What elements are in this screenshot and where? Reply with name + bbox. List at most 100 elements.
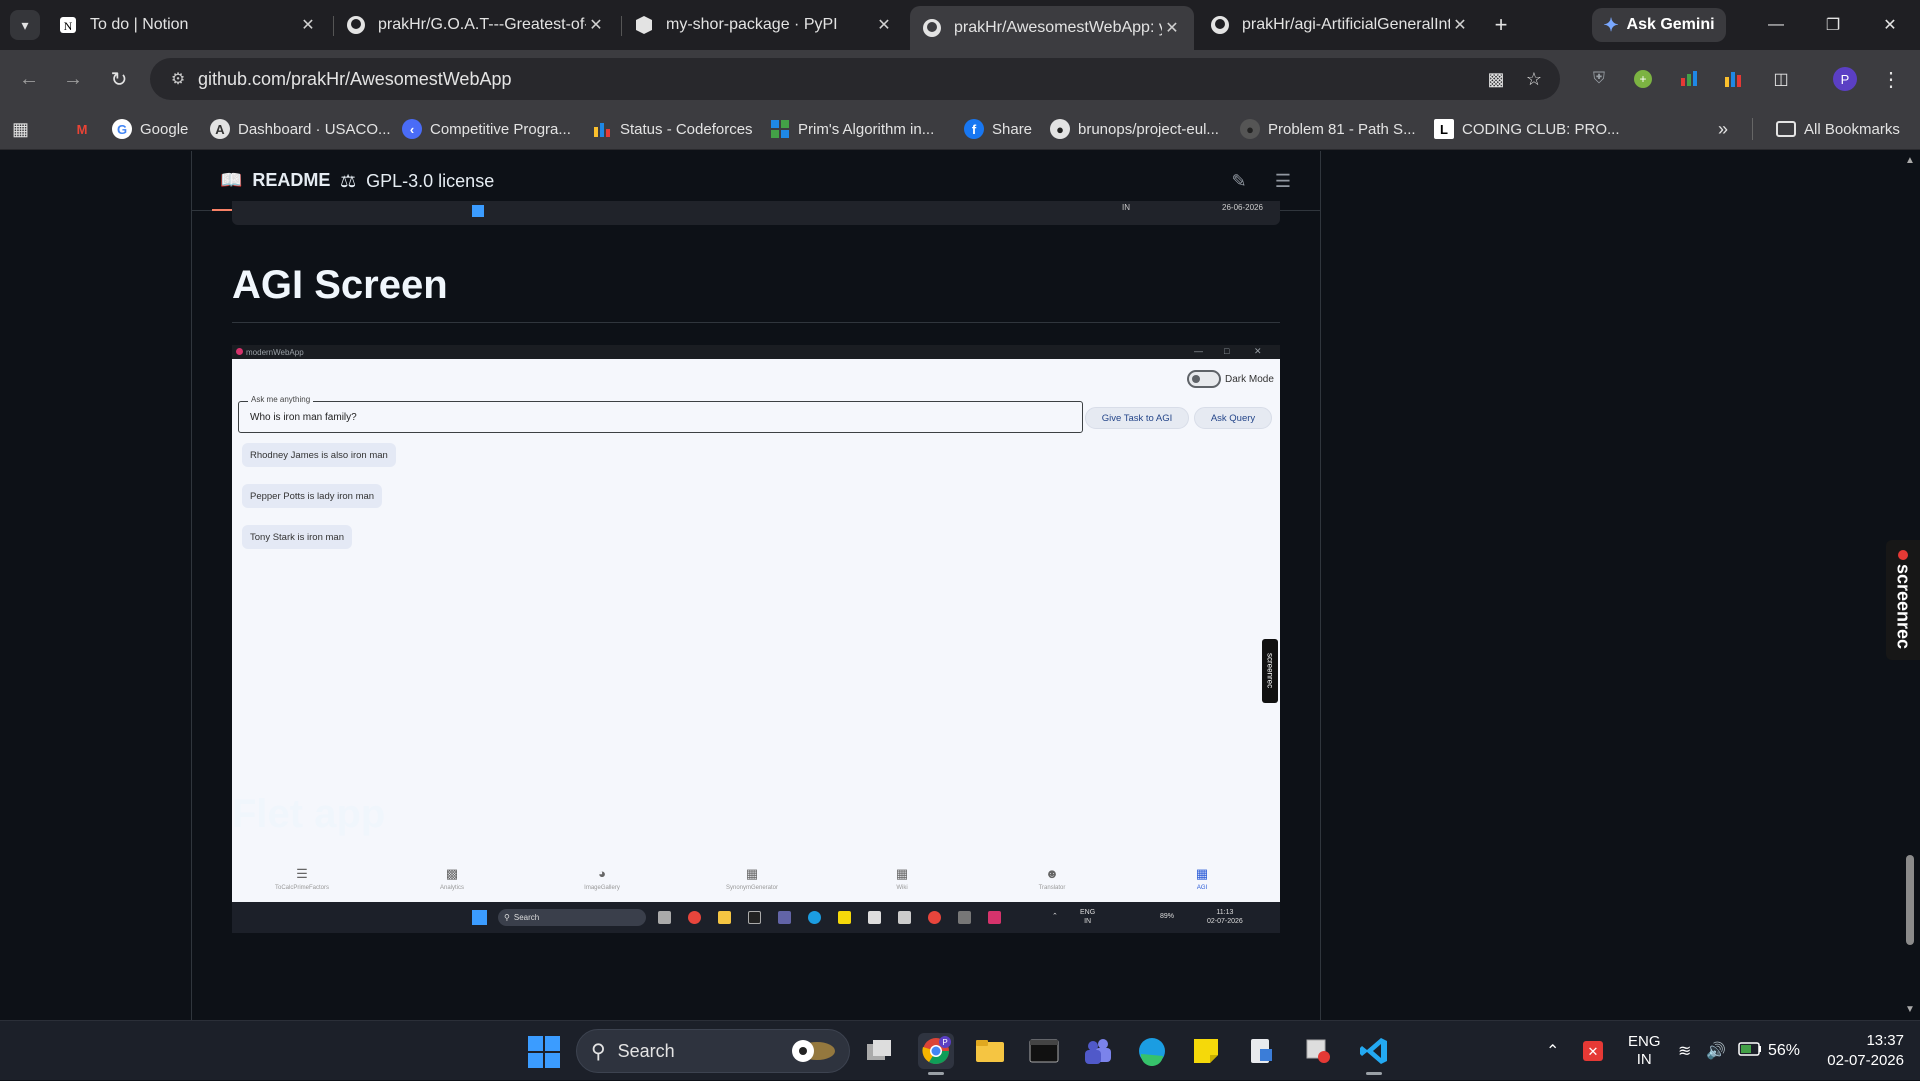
github-icon — [1210, 15, 1230, 35]
notepad-icon[interactable] — [1242, 1033, 1278, 1069]
answer-chip: Pepper Potts is lady iron man — [242, 484, 383, 508]
browser-tab-goat[interactable]: prakHr/G.O.A.T---Greatest-of-All-Time ✕ — [334, 6, 618, 44]
browser-tab-pypi[interactable]: my-shor-package · PyPI ✕ — [622, 6, 906, 44]
ask-gemini-label: Ask Gemini — [1626, 16, 1715, 33]
new-tab-button[interactable]: + — [1486, 10, 1516, 40]
bookmark-problem-81[interactable]: ● Problem 81 - Path S... — [1240, 116, 1416, 142]
snipping-tool-icon[interactable] — [1300, 1033, 1336, 1069]
browser-tab-awesomestwebapp[interactable]: prakHr/AwesomestWebApp: your ✕ — [910, 6, 1194, 50]
taskbar-clock[interactable]: 13:37 02-07-2026 — [1816, 1021, 1904, 1081]
bookmark-google[interactable]: G Google — [112, 116, 188, 142]
close-icon[interactable]: ✕ — [874, 15, 894, 35]
close-window-button[interactable]: ✕ — [1870, 12, 1910, 38]
bookmark-coding-club[interactable]: L CODING CLUB: PRO... — [1434, 116, 1620, 142]
restore-button[interactable]: ❐ — [1813, 12, 1853, 38]
browser-tab-strip: ▾ N To do | Notion ✕ prakHr/G.O.A.T---Gr… — [0, 0, 1920, 50]
github-readme-page: 📖 README ⚖ GPL-3.0 license ✎ ☰ IN 26-06-… — [0, 151, 1920, 1020]
bookmark-usaco[interactable]: A Dashboard · USACO... — [210, 116, 391, 142]
reload-button[interactable]: ↻ — [104, 64, 134, 94]
bookmark-prims-algorithm[interactable]: Prim's Algorithm in... — [770, 116, 934, 142]
more-bookmarks-icon[interactable]: » — [1718, 116, 1728, 142]
shield-extension-icon[interactable]: ⛨ — [1586, 66, 1612, 92]
all-bookmarks-button[interactable]: All Bookmarks — [1776, 116, 1900, 142]
tray-chevron-up-icon[interactable]: ⌃ — [1546, 1021, 1559, 1081]
ask-query-button: Ask Query — [1194, 407, 1272, 429]
outline-list-icon[interactable]: ☰ — [1268, 166, 1298, 196]
extensions-puzzle-icon[interactable]: ◫ — [1768, 66, 1794, 92]
back-button[interactable]: ← — [14, 64, 44, 94]
terminal-icon[interactable] — [1026, 1033, 1062, 1069]
scroll-down-arrow-icon[interactable]: ▼ — [1903, 1004, 1917, 1016]
bookmark-competitive-programming[interactable]: ‹ Competitive Progra... — [402, 116, 571, 142]
edge-icon[interactable] — [1134, 1033, 1170, 1069]
site-settings-icon[interactable]: ⚙ — [158, 69, 198, 89]
heading-rule — [232, 322, 1280, 323]
record-dot-icon — [1898, 550, 1908, 561]
task-view-icon[interactable] — [862, 1033, 898, 1069]
colorful-extension-icon[interactable] — [1676, 66, 1702, 92]
gmail-icon: M — [76, 121, 88, 137]
file-explorer-icon[interactable] — [972, 1033, 1008, 1069]
gemini-sparkle-icon: ✦ — [1603, 14, 1619, 35]
minimize-icon: — — [1768, 16, 1784, 33]
facebook-icon: f — [964, 119, 984, 139]
cp-icon: ‹ — [402, 119, 422, 139]
taskbar-search-box[interactable]: ⚲ Search — [576, 1029, 850, 1073]
usaco-icon: A — [210, 119, 230, 139]
bookmark-project-euler[interactable]: ● brunops/project-eul... — [1050, 116, 1219, 142]
chrome-taskbar-icon[interactable]: P — [918, 1033, 954, 1075]
address-bar[interactable]: ⚙ github.com/prakHr/AwesomestWebApp ▩ ☆ — [150, 58, 1560, 100]
mini-snip-icon — [898, 911, 911, 924]
green-extension-icon[interactable]: + — [1630, 66, 1656, 92]
close-icon[interactable]: ✕ — [298, 15, 318, 35]
agi-icon: ▦ — [1195, 866, 1209, 881]
coding-club-icon: L — [1434, 119, 1454, 139]
browser-tab-notion[interactable]: N To do | Notion ✕ — [46, 6, 330, 44]
bookmark-star-icon[interactable]: ☆ — [1516, 58, 1552, 100]
gmail-bookmark[interactable]: M — [72, 116, 100, 142]
forward-button[interactable]: → — [58, 64, 88, 94]
close-icon[interactable]: ✕ — [1450, 15, 1470, 35]
tab-label: prakHr/agi-ArtificialGeneralIntelligence — [1242, 16, 1450, 33]
bookmark-share[interactable]: f Share — [964, 116, 1032, 142]
close-icon[interactable]: ✕ — [1162, 18, 1182, 38]
teams-icon[interactable] — [1080, 1033, 1116, 1069]
close-icon[interactable]: ✕ — [586, 15, 606, 35]
battery-icon — [1738, 1041, 1762, 1061]
minimize-button[interactable]: — — [1756, 12, 1796, 38]
language-indicator[interactable]: ENG IN — [1628, 1021, 1661, 1081]
sticky-notes-icon[interactable] — [1188, 1033, 1224, 1069]
agi-screen-screenshot: modernWebApp — □ ✕ Dark Mode Ask me anyt… — [232, 345, 1280, 933]
scroll-thumb[interactable] — [1906, 855, 1914, 945]
mini-flet-icon — [988, 911, 1001, 924]
mini-edge-icon — [808, 911, 821, 924]
bookmark-codeforces[interactable]: Status - Codeforces — [592, 116, 753, 142]
analytics-extension-icon[interactable] — [1720, 66, 1746, 92]
chrome-menu-icon[interactable]: ⋮ — [1878, 66, 1904, 92]
edit-pencil-icon[interactable]: ✎ — [1224, 166, 1254, 196]
windows-start-button[interactable] — [528, 1036, 560, 1068]
mini-explorer-icon — [718, 911, 731, 924]
synonym-icon: ▦ — [745, 866, 759, 881]
tab-search-button[interactable]: ▾ — [10, 10, 40, 40]
svg-text:P: P — [942, 1038, 947, 1047]
mini-notepad-icon — [868, 911, 881, 924]
tray-app-icon[interactable]: ✕ — [1582, 1021, 1604, 1081]
github-icon — [922, 18, 942, 38]
grid-favicon-icon — [770, 119, 790, 139]
screenrec-badge[interactable]: screenrec — [1886, 540, 1920, 660]
volume-icon[interactable]: 🔊 — [1706, 1021, 1726, 1081]
install-app-icon[interactable]: ▩ — [1478, 58, 1514, 100]
nav-image-gallery: ◕ ImageGallery — [584, 866, 620, 892]
app-window-title: modernWebApp — [246, 347, 304, 357]
profile-avatar[interactable]: P — [1832, 66, 1858, 92]
battery-indicator[interactable]: 56% — [1738, 1021, 1800, 1081]
wifi-icon[interactable]: ≋ — [1678, 1021, 1691, 1081]
scroll-up-arrow-icon[interactable]: ▲ — [1903, 155, 1917, 167]
browser-tab-agi[interactable]: prakHr/agi-ArtificialGeneralIntelligence… — [1198, 6, 1482, 44]
ask-gemini-button[interactable]: ✦ Ask Gemini — [1592, 8, 1726, 42]
apps-grid-icon[interactable]: ▦ — [12, 116, 29, 142]
vscode-icon[interactable] — [1356, 1033, 1392, 1075]
github-icon: ● — [1050, 119, 1070, 139]
close-icon: ✕ — [1883, 17, 1897, 34]
